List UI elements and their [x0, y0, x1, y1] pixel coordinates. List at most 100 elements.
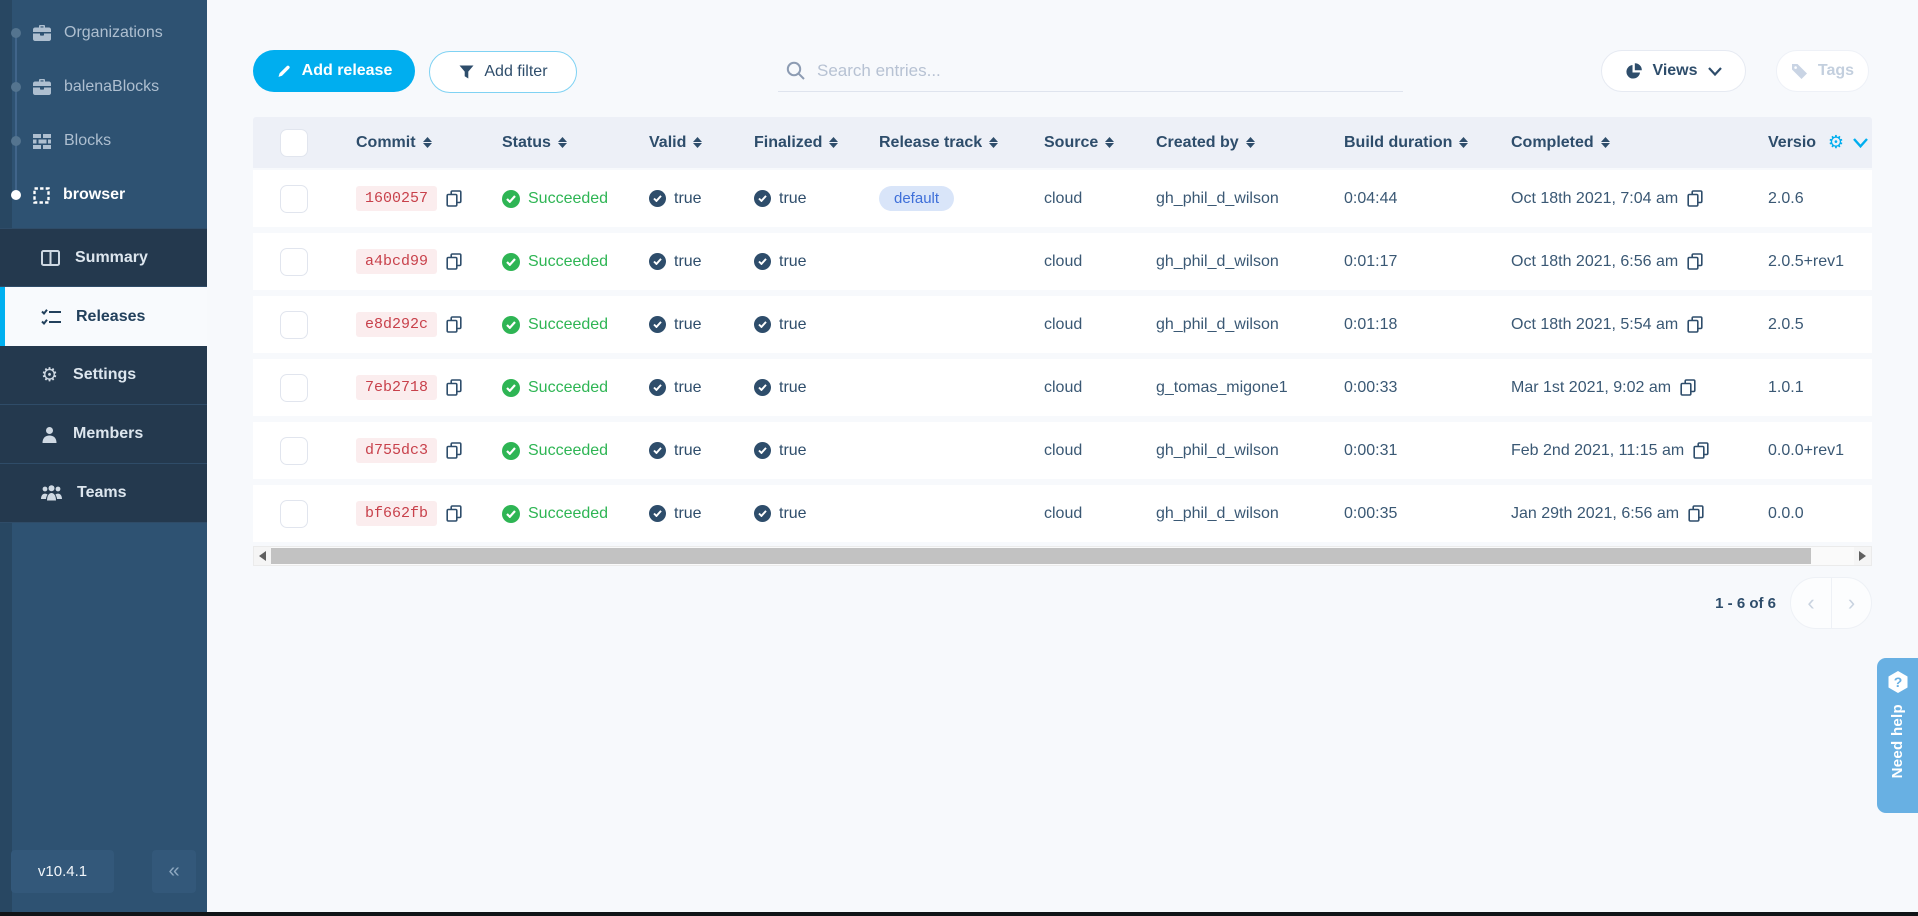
row-checkbox[interactable] — [280, 185, 308, 213]
sidebar-item-label: Releases — [76, 308, 145, 326]
sort-icon — [558, 137, 567, 148]
column-header-created-by[interactable]: Created by — [1130, 117, 1320, 168]
table-row: bf662fb Succeeded true true cloud gh_phi… — [253, 485, 1872, 542]
success-check-icon — [502, 505, 520, 523]
scrollbar-thumb[interactable] — [271, 548, 1811, 564]
copy-icon[interactable] — [446, 253, 462, 270]
build-duration-value: 0:00:33 — [1320, 359, 1490, 416]
row-checkbox[interactable] — [280, 500, 308, 528]
commit-hash[interactable]: e8d292c — [356, 312, 437, 337]
chevron-down-icon[interactable] — [1853, 138, 1868, 148]
version-value: 1.0.1 — [1740, 359, 1872, 416]
sidebar-item-settings[interactable]: ⚙ Settings — [0, 346, 207, 405]
sidebar-item-releases[interactable]: Releases — [0, 287, 207, 346]
commit-hash[interactable]: 1600257 — [356, 186, 437, 211]
scrollbar-track[interactable] — [271, 547, 1854, 565]
row-checkbox[interactable] — [280, 248, 308, 276]
need-help-label: Need help — [1889, 704, 1906, 778]
scroll-right-arrow[interactable] — [1854, 547, 1871, 565]
commit-hash[interactable]: d755dc3 — [356, 438, 437, 463]
tags-button[interactable]: Tags — [1776, 50, 1869, 92]
column-header-commit[interactable]: Commit — [340, 117, 480, 168]
table-row: 7eb2718 Succeeded true true cloud g_toma… — [253, 359, 1872, 416]
column-header-source[interactable]: Source — [1020, 117, 1130, 168]
column-settings-gear-icon[interactable]: ⚙ — [1828, 132, 1844, 153]
column-header-finalized[interactable]: Finalized — [730, 117, 855, 168]
success-check-icon — [502, 253, 520, 271]
copy-icon[interactable] — [446, 379, 462, 396]
releases-icon — [41, 309, 61, 325]
row-checkbox[interactable] — [280, 311, 308, 339]
copy-icon[interactable] — [446, 442, 462, 459]
add-release-label: Add release — [302, 62, 393, 80]
briefcase-icon — [33, 25, 51, 41]
scroll-left-arrow[interactable] — [254, 547, 271, 565]
sort-icon — [989, 137, 998, 148]
column-header-release-track[interactable]: Release track — [855, 117, 1020, 168]
row-checkbox[interactable] — [280, 374, 308, 402]
commit-hash[interactable]: a4bcd99 — [356, 249, 437, 274]
select-all-checkbox[interactable] — [280, 129, 308, 157]
app-version-button[interactable]: v10.4.1 — [11, 850, 114, 893]
copy-icon[interactable] — [1687, 253, 1703, 270]
add-release-button[interactable]: Add release — [253, 50, 415, 92]
add-filter-button[interactable]: Add filter — [429, 51, 577, 93]
search-input[interactable] — [817, 61, 1377, 81]
success-check-icon — [502, 442, 520, 460]
next-page-button[interactable]: › — [1831, 578, 1871, 628]
check-icon — [754, 253, 771, 270]
created-by-value: gh_phil_d_wilson — [1130, 233, 1320, 290]
column-header-status[interactable]: Status — [480, 117, 625, 168]
sidebar-item-browser[interactable]: browser — [0, 168, 207, 222]
check-icon — [649, 190, 666, 207]
valid-value: true — [649, 442, 702, 460]
pie-chart-icon — [1625, 63, 1642, 80]
build-duration-value: 0:01:17 — [1320, 233, 1490, 290]
copy-icon[interactable] — [1687, 316, 1703, 333]
column-header-valid[interactable]: Valid — [625, 117, 730, 168]
sidebar-item-label: balenaBlocks — [64, 78, 159, 96]
version-value: 0.0.0+rev1 — [1740, 422, 1872, 479]
column-header-version[interactable]: Version ⚙ — [1740, 117, 1872, 168]
copy-icon[interactable] — [1688, 505, 1704, 522]
created-by-value: gh_phil_d_wilson — [1130, 422, 1320, 479]
copy-icon[interactable] — [1680, 379, 1696, 396]
sidebar: Organizations balenaBlocks Blocks browse… — [0, 0, 207, 912]
horizontal-scrollbar[interactable] — [253, 546, 1872, 566]
success-check-icon — [502, 379, 520, 397]
row-checkbox[interactable] — [280, 437, 308, 465]
copy-icon[interactable] — [1687, 190, 1703, 207]
check-icon — [754, 379, 771, 396]
version-value: 2.0.5+rev1 — [1740, 233, 1872, 290]
sidebar-item-label: Summary — [75, 249, 148, 267]
search-icon — [786, 61, 805, 80]
copy-icon[interactable] — [446, 505, 462, 522]
sidebar-item-summary[interactable]: Summary — [0, 228, 207, 287]
copy-icon[interactable] — [446, 316, 462, 333]
previous-page-button[interactable]: ‹ — [1791, 578, 1831, 628]
sidebar-item-organizations[interactable]: Organizations — [0, 6, 207, 60]
completed-value: Jan 29th 2021, 6:56 am — [1511, 505, 1679, 523]
sort-icon — [423, 137, 432, 148]
check-icon — [754, 190, 771, 207]
sidebar-item-balenablocks[interactable]: balenaBlocks — [0, 60, 207, 114]
column-header-build-duration[interactable]: Build duration — [1320, 117, 1490, 168]
collapse-sidebar-button[interactable]: « — [152, 850, 196, 893]
table-row: e8d292c Succeeded true true cloud gh_phi… — [253, 296, 1872, 353]
table-row: 1600257 Succeeded true true default clou… — [253, 170, 1872, 227]
commit-hash[interactable]: bf662fb — [356, 501, 437, 526]
need-help-tab[interactable]: ? Need help — [1877, 658, 1918, 813]
copy-icon[interactable] — [1693, 442, 1709, 459]
views-button[interactable]: Views — [1601, 50, 1746, 92]
created-by-value: g_tomas_migone1 — [1130, 359, 1320, 416]
sidebar-item-teams[interactable]: Teams — [0, 464, 207, 523]
column-header-completed[interactable]: Completed — [1490, 117, 1740, 168]
app-icon — [33, 187, 50, 204]
commit-hash[interactable]: 7eb2718 — [356, 375, 437, 400]
status-value: Succeeded — [502, 190, 608, 208]
sort-icon — [1105, 137, 1114, 148]
pagination-label: 1 - 6 of 6 — [1715, 595, 1776, 612]
copy-icon[interactable] — [446, 190, 462, 207]
sidebar-item-members[interactable]: Members — [0, 405, 207, 464]
sidebar-item-blocks[interactable]: Blocks — [0, 114, 207, 168]
